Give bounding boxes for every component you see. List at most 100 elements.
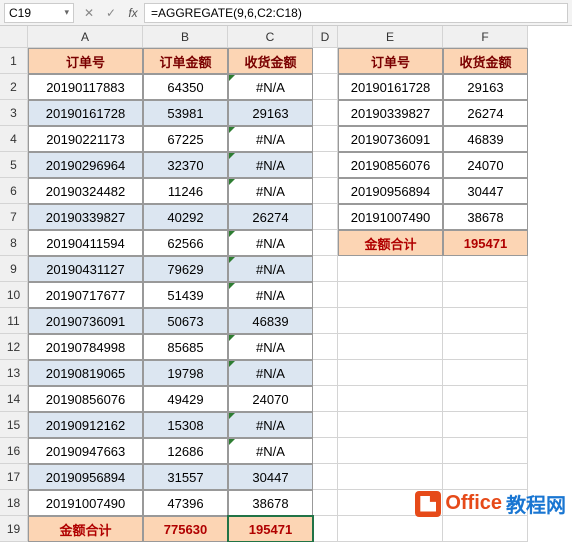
cell-F7[interactable]: 38678 <box>443 204 528 230</box>
cell-A6[interactable]: 20190324482 <box>28 178 143 204</box>
formula-input[interactable]: =AGGREGATE(9,6,C2:C18) <box>144 3 568 23</box>
cell-D3[interactable] <box>313 100 338 126</box>
cell-C14[interactable]: 24070 <box>228 386 313 412</box>
cell-D12[interactable] <box>313 334 338 360</box>
row-header-4[interactable]: 4 <box>0 126 28 152</box>
cell-E10[interactable] <box>338 282 443 308</box>
cell-E2[interactable]: 20190161728 <box>338 74 443 100</box>
row-header-18[interactable]: 18 <box>0 490 28 516</box>
chevron-down-icon[interactable]: ▾ <box>64 7 69 18</box>
row-header-6[interactable]: 6 <box>0 178 28 204</box>
cell-F6[interactable]: 30447 <box>443 178 528 204</box>
cell-C12[interactable]: #N/A <box>228 334 313 360</box>
cell-E16[interactable] <box>338 438 443 464</box>
cell-F13[interactable] <box>443 360 528 386</box>
cell-A18[interactable]: 20191007490 <box>28 490 143 516</box>
confirm-icon[interactable]: ✓ <box>100 6 122 20</box>
cell-A17[interactable]: 20190956894 <box>28 464 143 490</box>
cell-A7[interactable]: 20190339827 <box>28 204 143 230</box>
cell-B3[interactable]: 53981 <box>143 100 228 126</box>
cell-A3[interactable]: 20190161728 <box>28 100 143 126</box>
cell-E19[interactable] <box>338 516 443 542</box>
cell-C2[interactable]: #N/A <box>228 74 313 100</box>
cell-A9[interactable]: 20190431127 <box>28 256 143 282</box>
cell-E4[interactable]: 20190736091 <box>338 126 443 152</box>
cell-E5[interactable]: 20190856076 <box>338 152 443 178</box>
col-F[interactable]: F <box>443 26 528 48</box>
cell-A12[interactable]: 20190784998 <box>28 334 143 360</box>
row-header-14[interactable]: 14 <box>0 386 28 412</box>
cell-D18[interactable] <box>313 490 338 516</box>
cell-A5[interactable]: 20190296964 <box>28 152 143 178</box>
col-D[interactable]: D <box>313 26 338 48</box>
cell-E14[interactable] <box>338 386 443 412</box>
cancel-icon[interactable]: ✕ <box>78 6 100 20</box>
cell-E15[interactable] <box>338 412 443 438</box>
cell-B7[interactable]: 40292 <box>143 204 228 230</box>
cell-D5[interactable] <box>313 152 338 178</box>
cell-A19[interactable]: 金额合计 <box>28 516 143 542</box>
cell-C5[interactable]: #N/A <box>228 152 313 178</box>
cell-C11[interactable]: 46839 <box>228 308 313 334</box>
cell-F15[interactable] <box>443 412 528 438</box>
cell-B15[interactable]: 15308 <box>143 412 228 438</box>
cell-C13[interactable]: #N/A <box>228 360 313 386</box>
cell-A14[interactable]: 20190856076 <box>28 386 143 412</box>
row-header-16[interactable]: 16 <box>0 438 28 464</box>
cell-F10[interactable] <box>443 282 528 308</box>
cell-E11[interactable] <box>338 308 443 334</box>
cell-F12[interactable] <box>443 334 528 360</box>
cell-C7[interactable]: 26274 <box>228 204 313 230</box>
cell-B16[interactable]: 12686 <box>143 438 228 464</box>
cell-F5[interactable]: 24070 <box>443 152 528 178</box>
cell-D1[interactable] <box>313 48 338 74</box>
cell-F3[interactable]: 26274 <box>443 100 528 126</box>
cell-B13[interactable]: 19798 <box>143 360 228 386</box>
cell-F11[interactable] <box>443 308 528 334</box>
row-header-11[interactable]: 11 <box>0 308 28 334</box>
cell-B2[interactable]: 64350 <box>143 74 228 100</box>
row-header-12[interactable]: 12 <box>0 334 28 360</box>
row-header-17[interactable]: 17 <box>0 464 28 490</box>
cell-F8[interactable]: 195471 <box>443 230 528 256</box>
row-header-15[interactable]: 15 <box>0 412 28 438</box>
cell-B8[interactable]: 62566 <box>143 230 228 256</box>
cell-A11[interactable]: 20190736091 <box>28 308 143 334</box>
cell-F9[interactable] <box>443 256 528 282</box>
cell-F17[interactable] <box>443 464 528 490</box>
cell-B14[interactable]: 49429 <box>143 386 228 412</box>
cell-E9[interactable] <box>338 256 443 282</box>
cell-D15[interactable] <box>313 412 338 438</box>
row-header-10[interactable]: 10 <box>0 282 28 308</box>
row-header-1[interactable]: 1 <box>0 48 28 74</box>
select-all-corner[interactable] <box>0 26 28 48</box>
row-header-7[interactable]: 7 <box>0 204 28 230</box>
cell-F19[interactable] <box>443 516 528 542</box>
cell-D6[interactable] <box>313 178 338 204</box>
cell-D13[interactable] <box>313 360 338 386</box>
cell-D11[interactable] <box>313 308 338 334</box>
cell-D2[interactable] <box>313 74 338 100</box>
col-E[interactable]: E <box>338 26 443 48</box>
cell-E1[interactable]: 订单号 <box>338 48 443 74</box>
cell-E8[interactable]: 金额合计 <box>338 230 443 256</box>
col-C[interactable]: C <box>228 26 313 48</box>
cell-D8[interactable] <box>313 230 338 256</box>
cell-F1[interactable]: 收货金额 <box>443 48 528 74</box>
row-header-2[interactable]: 2 <box>0 74 28 100</box>
cell-F16[interactable] <box>443 438 528 464</box>
cell-F2[interactable]: 29163 <box>443 74 528 100</box>
name-box[interactable]: C19 ▾ <box>4 3 74 23</box>
cell-B12[interactable]: 85685 <box>143 334 228 360</box>
cell-E12[interactable] <box>338 334 443 360</box>
cell-A2[interactable]: 20190117883 <box>28 74 143 100</box>
cell-C8[interactable]: #N/A <box>228 230 313 256</box>
cell-F14[interactable] <box>443 386 528 412</box>
cell-E3[interactable]: 20190339827 <box>338 100 443 126</box>
row-header-9[interactable]: 9 <box>0 256 28 282</box>
cell-D16[interactable] <box>313 438 338 464</box>
cell-D10[interactable] <box>313 282 338 308</box>
cell-C15[interactable]: #N/A <box>228 412 313 438</box>
cell-D4[interactable] <box>313 126 338 152</box>
cell-B17[interactable]: 31557 <box>143 464 228 490</box>
